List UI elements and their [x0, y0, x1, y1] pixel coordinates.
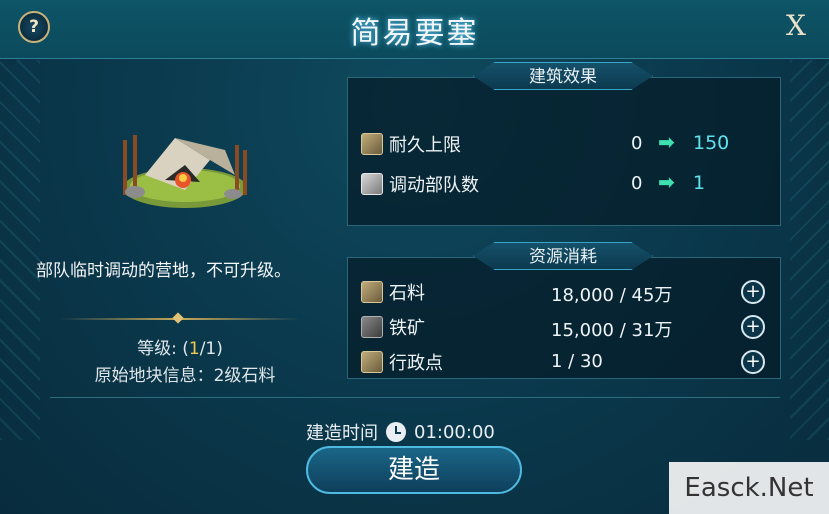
troop-icon: [361, 173, 383, 195]
level-prefix: 等级: (: [137, 339, 189, 359]
effect-row-durability: 耐久上限: [361, 131, 461, 157]
add-stone-button[interactable]: +: [741, 280, 765, 304]
add-admin-point-button[interactable]: +: [741, 350, 765, 374]
build-time-value: 01:00:00: [414, 421, 495, 443]
build-time-label: 建造时间: [306, 423, 378, 444]
resource-label: 行政点: [389, 353, 443, 374]
clock-icon: [386, 422, 406, 442]
arrow-right-icon: ➡: [658, 130, 675, 154]
origin-info: 原始地块信息：2级石料: [94, 366, 276, 386]
resource-value: 18,000 / 45万: [551, 285, 673, 306]
admin-point-icon: [361, 351, 383, 373]
resource-row-iron: 铁矿: [361, 314, 425, 340]
left-ornament: [0, 60, 40, 440]
divider-ornament: [172, 312, 184, 324]
iron-icon: [361, 316, 383, 338]
build-button[interactable]: 建造: [306, 446, 522, 494]
add-iron-button[interactable]: +: [741, 315, 765, 339]
resource-label: 石料: [389, 283, 425, 304]
resource-row-admin: 行政点: [361, 349, 443, 375]
resources-title: 资源消耗: [473, 242, 653, 270]
help-icon: ?: [29, 17, 39, 37]
build-time: 建造时间 01:00:00: [306, 419, 495, 445]
level-suffix: /1): [199, 339, 223, 359]
effect-to-value: 1: [693, 172, 706, 194]
stone-icon: [361, 281, 383, 303]
level-current: 1: [188, 339, 200, 359]
durability-icon: [361, 133, 383, 155]
resource-row-stone: 石料: [361, 279, 425, 305]
effect-row-troops: 调动部队数: [361, 171, 479, 197]
close-button[interactable]: X: [780, 10, 812, 42]
effect-from-value: 0: [631, 133, 643, 154]
effect-label: 调动部队数: [389, 175, 479, 196]
dialog-title: 简易要塞: [350, 16, 479, 51]
building-description: 部队临时调动的营地，不可升级。: [36, 261, 291, 281]
effect-label: 耐久上限: [389, 135, 461, 156]
right-ornament: [790, 60, 829, 440]
effect-from-value: 0: [631, 173, 643, 194]
arrow-right-icon: ➡: [658, 170, 675, 194]
footer-divider: [50, 397, 780, 398]
resource-value: 1 / 30: [551, 351, 603, 372]
fortress-dialog: 简易要塞 ? X 部队临时调动的营地，不可升级。 等级: (1/1) 原始地块信…: [0, 0, 829, 514]
watermark: Easck.Net: [669, 462, 829, 514]
help-button[interactable]: ?: [18, 11, 50, 43]
camp-building-image: [123, 135, 247, 208]
resource-label: 铁矿: [389, 318, 425, 339]
level-info: 等级: (1/1): [60, 334, 300, 359]
effect-to-value: 150: [693, 132, 730, 154]
resource-value: 15,000 / 31万: [551, 320, 673, 341]
effects-title: 建筑效果: [473, 62, 653, 90]
